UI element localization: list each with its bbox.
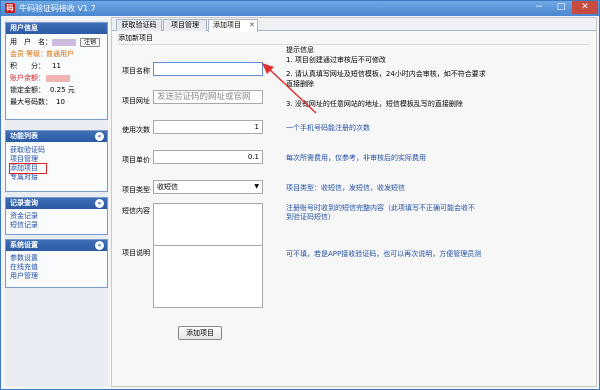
- function-list-header[interactable]: 功能列表 «: [6, 131, 107, 142]
- project-url-label: 项目网址: [122, 97, 150, 105]
- user-info-header: 用户信息: [6, 23, 107, 34]
- tab-add-project[interactable]: 添加项目 ✕: [208, 19, 258, 32]
- collapse-icon[interactable]: «: [95, 199, 104, 208]
- price-hint: 每次所需费用，仅参考，非审核后的实际费用: [286, 154, 426, 162]
- system-settings-body: 参数设置 在线充值 用户管理: [6, 251, 107, 283]
- sms-hint-line-1: 注册账号时收到的短信完整内容（此项填写不正确可能会收不: [286, 204, 475, 212]
- balance-row: 账户余额：: [10, 72, 103, 84]
- function-list-body: 获取验证码 项目管理 添加项目 专属对接: [6, 142, 107, 184]
- window-title: 牛码验证码接收 V1.7: [19, 4, 96, 13]
- points-row: 积 分： 11: [10, 60, 103, 72]
- sms-hint-line-2: 到验证码短信）: [286, 213, 335, 221]
- sidebar-item-exclusive[interactable]: 专属对接: [10, 173, 103, 182]
- username-value: [52, 36, 76, 48]
- add-project-button[interactable]: 添加项目: [178, 326, 222, 340]
- tab-add-project-label: 添加项目: [213, 21, 241, 29]
- points-value: 11: [52, 62, 61, 70]
- records-panel: 记录查询 « 资金记录 短信记录: [5, 197, 108, 235]
- logout-button[interactable]: 注销: [80, 38, 100, 47]
- function-list-title: 功能列表: [10, 132, 38, 140]
- type-label: 项目类型: [122, 186, 150, 194]
- frozen-row: 锁定金额： 0.25 元: [10, 84, 103, 96]
- sidebar: 用户信息 用 户 名： 注销 会员 等级： 普通用户 积 分： 11 账户余额：…: [5, 20, 108, 386]
- sidebar-item-get-code[interactable]: 获取验证码: [10, 146, 103, 155]
- frozen-label: 锁定金额：: [10, 86, 45, 94]
- title-bar: 码 牛码验证码接收 V1.7 − □ ✕: [1, 1, 599, 16]
- collapse-icon[interactable]: «: [95, 132, 104, 141]
- type-hint: 项目类型：收短信，发短信，收发短信: [286, 184, 405, 192]
- level-value: 普通用户: [46, 50, 74, 58]
- sidebar-item-funds-record[interactable]: 资金记录: [10, 212, 103, 221]
- dropdown-arrow-icon: ▼: [254, 183, 259, 190]
- app-logo-icon: 码: [5, 3, 15, 13]
- username-label: 用 户 名：: [10, 38, 52, 46]
- sidebar-item-recharge[interactable]: 在线充值: [10, 263, 103, 272]
- member-label: 会员: [10, 50, 24, 58]
- project-url-input[interactable]: [153, 90, 263, 104]
- username-row: 用 户 名： 注销: [10, 36, 103, 48]
- system-settings-header[interactable]: 系统设置 «: [6, 240, 107, 251]
- annotation-arrow-icon: [262, 63, 317, 114]
- tab-close-icon[interactable]: ✕: [249, 20, 255, 31]
- user-info-panel: 用户信息 用 户 名： 注销 会员 等级： 普通用户 积 分： 11 账户余额：…: [5, 22, 108, 120]
- description-label: 项目说明: [122, 249, 150, 257]
- description-textarea[interactable]: [153, 245, 263, 308]
- max-numbers-row: 最大号码数： 10: [10, 96, 103, 108]
- sms-content-label: 短信内容: [122, 207, 150, 215]
- section-title: 添加新项目: [118, 34, 153, 42]
- sidebar-item-user-manage[interactable]: 用户管理: [10, 272, 103, 281]
- maximize-icon[interactable]: □: [550, 1, 572, 14]
- max-numbers-value: 10: [56, 98, 65, 106]
- uses-input[interactable]: [153, 120, 263, 134]
- tips-title: 提示信息: [286, 46, 314, 54]
- tab-project-manage[interactable]: 项目管理: [163, 19, 207, 31]
- level-row: 会员 等级： 普通用户: [10, 48, 103, 60]
- type-select[interactable]: 收短信 ▼: [153, 180, 263, 194]
- description-hint: 可不填，若是APP接收验证码，也可以再次说明，方便管理员测: [286, 250, 482, 258]
- function-list-panel: 功能列表 « 获取验证码 项目管理 添加项目 专属对接: [5, 130, 108, 192]
- records-title: 记录查询: [10, 199, 38, 207]
- sidebar-item-project-manage[interactable]: 项目管理: [10, 155, 103, 164]
- type-select-value: 收短信: [157, 183, 178, 191]
- project-name-input[interactable]: [153, 62, 263, 76]
- points-label: 积 分：: [10, 62, 45, 70]
- divider: [118, 44, 590, 45]
- tab-bar: 获取验证码 项目管理 添加项目 ✕: [112, 18, 596, 32]
- tab-get-code[interactable]: 获取验证码: [116, 19, 162, 31]
- uses-label: 使用次数: [122, 126, 150, 134]
- balance-label: 账户余额：: [10, 74, 45, 82]
- balance-value: [46, 72, 70, 84]
- collapse-icon[interactable]: «: [95, 241, 104, 250]
- project-name-label: 项目名称: [122, 67, 150, 75]
- uses-hint: 一个手机号码能注册的次数: [286, 124, 370, 132]
- sidebar-item-params[interactable]: 参数设置: [10, 254, 103, 263]
- system-settings-title: 系统设置: [10, 241, 38, 249]
- system-settings-panel: 系统设置 « 参数设置 在线充值 用户管理: [5, 239, 108, 288]
- level-label: 等级：: [26, 50, 47, 58]
- records-body: 资金记录 短信记录: [6, 209, 107, 232]
- price-input[interactable]: [153, 150, 263, 164]
- app-window: 码 牛码验证码接收 V1.7 − □ ✕ 用户信息 用 户 名： 注销 会员 等…: [0, 0, 600, 390]
- records-header[interactable]: 记录查询 «: [6, 198, 107, 209]
- max-numbers-label: 最大号码数：: [10, 98, 52, 106]
- sidebar-item-add-project[interactable]: 添加项目: [9, 163, 47, 174]
- price-label: 项目单价: [122, 156, 150, 164]
- frozen-value: 0.25 元: [50, 86, 75, 94]
- minimize-icon[interactable]: −: [528, 1, 550, 14]
- user-info-body: 用 户 名： 注销 会员 等级： 普通用户 积 分： 11 账户余额： 锁定金额…: [6, 34, 107, 110]
- main-content: 获取验证码 项目管理 添加项目 ✕ 添加新项目 项目名称 项目网址 使用次数 项…: [111, 17, 597, 387]
- close-icon[interactable]: ✕: [572, 1, 598, 14]
- sidebar-item-sms-record[interactable]: 短信记录: [10, 221, 103, 230]
